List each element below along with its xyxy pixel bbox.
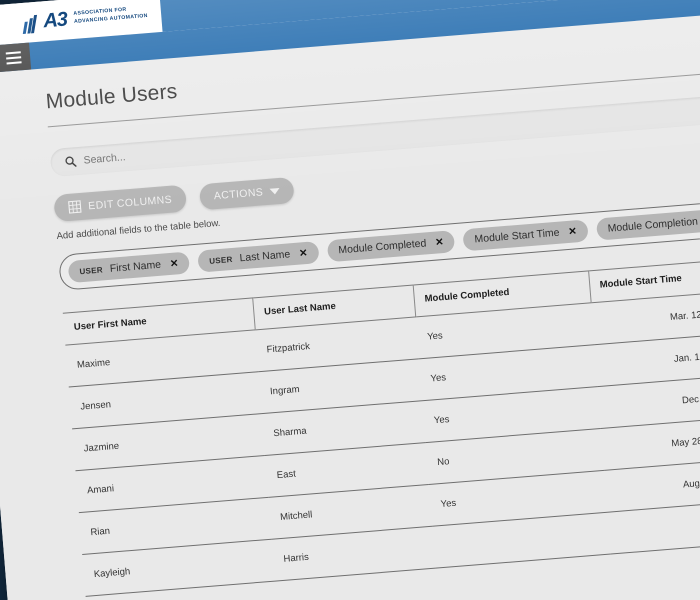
main-content: Module Users Search... EDIT COLUMNS ACTI… xyxy=(0,7,700,600)
chip-label: Last Name xyxy=(239,248,291,265)
actions-button[interactable]: ACTIONS xyxy=(198,176,296,210)
edit-columns-label: EDIT COLUMNS xyxy=(87,193,173,212)
chip-kind: USER xyxy=(79,264,104,276)
field-chip[interactable]: USER Last Name ✕ xyxy=(197,241,320,273)
hamburger-bar xyxy=(5,60,22,64)
hamburger-bar xyxy=(5,55,21,59)
grid-table-icon xyxy=(68,200,82,214)
close-icon[interactable]: ✕ xyxy=(568,226,577,238)
search-icon xyxy=(65,156,77,167)
chip-label: Module Completed xyxy=(337,237,427,257)
screenshot-stage: A3 Association For Advancing Automation … xyxy=(0,0,700,600)
close-icon[interactable]: ✕ xyxy=(299,247,308,259)
hamburger-bar xyxy=(5,50,21,55)
chip-kind: USER xyxy=(208,254,233,266)
logo-tagline: Association For Advancing Automation xyxy=(73,5,148,26)
field-chip[interactable]: USER First Name ✕ xyxy=(67,251,191,284)
field-chip[interactable]: Module Start Time ✕ xyxy=(462,219,589,252)
chevron-down-icon xyxy=(269,187,281,195)
browser-page: A3 Association For Advancing Automation … xyxy=(0,0,700,600)
a3-logo-icon xyxy=(22,11,38,35)
field-chip[interactable]: Module Completion ✕ xyxy=(595,208,700,241)
hamburger-menu-icon[interactable] xyxy=(0,42,32,73)
edit-columns-button[interactable]: EDIT COLUMNS xyxy=(53,184,188,223)
actions-label: ACTIONS xyxy=(213,185,264,202)
chip-label: Module Completion xyxy=(607,215,699,235)
close-icon[interactable]: ✕ xyxy=(435,236,444,248)
module-users-table: User First Name User Last Name Module Co… xyxy=(62,254,700,597)
logo-initials: A3 xyxy=(42,8,68,33)
chip-label: First Name xyxy=(109,258,162,275)
close-icon[interactable]: ✕ xyxy=(170,258,179,270)
chip-label: Module Start Time xyxy=(474,226,560,246)
field-chip[interactable]: Module Completed ✕ xyxy=(326,230,456,263)
search-input[interactable]: Search... xyxy=(83,151,126,166)
a3-logo[interactable]: A3 Association For Advancing Automation xyxy=(0,2,148,39)
